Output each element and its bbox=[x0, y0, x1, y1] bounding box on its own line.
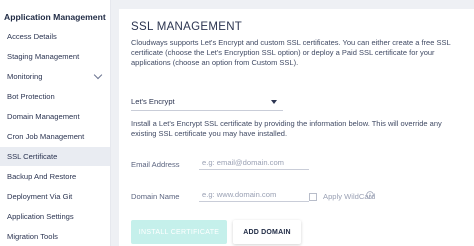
ssl-type-selected-value: Let's Encrypt bbox=[131, 97, 175, 106]
email-field[interactable] bbox=[199, 155, 309, 170]
instructions-text: Install a Let's Encrypt SSL certificate … bbox=[131, 119, 442, 139]
sidebar-item-ssl-certificate[interactable]: SSL Certificate bbox=[0, 147, 110, 166]
chevron-down-icon[interactable] bbox=[93, 70, 103, 80]
sidebar-item-migration-tools[interactable]: Migration Tools bbox=[0, 227, 110, 246]
sidebar-item-label: Domain Management bbox=[7, 112, 80, 121]
sidebar: Application Management Access Details St… bbox=[0, 0, 111, 246]
add-domain-button[interactable]: ADD DOMAIN bbox=[233, 220, 301, 244]
wildcard-checkbox[interactable] bbox=[309, 193, 317, 201]
domain-field[interactable] bbox=[199, 187, 309, 202]
sidebar-item-label: Application Settings bbox=[7, 212, 74, 221]
ssl-description: Cloudways supports Let's Encrypt and cus… bbox=[131, 38, 451, 68]
ssl-management-panel: SSL MANAGEMENT Cloudways supports Let's … bbox=[119, 9, 474, 246]
sidebar-item-backup-and-restore[interactable]: Backup And Restore bbox=[0, 167, 110, 186]
sidebar-item-domain-management[interactable]: Domain Management bbox=[0, 107, 110, 126]
sidebar-item-label: Migration Tools bbox=[7, 232, 58, 241]
email-label: Email Address bbox=[131, 160, 180, 169]
sidebar-item-monitoring[interactable]: Monitoring bbox=[0, 67, 110, 86]
sidebar-item-label: Staging Management bbox=[7, 52, 80, 61]
info-icon[interactable] bbox=[366, 191, 374, 199]
ssl-type-select[interactable]: Let's Encrypt bbox=[131, 93, 283, 111]
sidebar-item-access-details[interactable]: Access Details bbox=[0, 27, 110, 46]
sidebar-item-staging-management[interactable]: Staging Management bbox=[0, 47, 110, 66]
install-certificate-button[interactable]: INSTALL CERTIFICATE bbox=[131, 220, 227, 244]
sidebar-item-label: SSL Certificate bbox=[7, 152, 58, 161]
sidebar-title: Application Management bbox=[4, 12, 106, 22]
sidebar-item-cron-job-management[interactable]: Cron Job Management bbox=[0, 127, 110, 146]
sidebar-item-label: Cron Job Management bbox=[7, 132, 85, 141]
sidebar-item-label: Deployment Via Git bbox=[7, 192, 73, 201]
sidebar-item-label: Bot Protection bbox=[7, 92, 55, 101]
sidebar-item-bot-protection[interactable]: Bot Protection bbox=[0, 87, 110, 106]
page-title: SSL MANAGEMENT bbox=[131, 21, 243, 33]
sidebar-header: Application Management bbox=[0, 0, 110, 30]
sidebar-item-label: Access Details bbox=[7, 32, 57, 41]
domain-label: Domain Name bbox=[131, 192, 180, 201]
sidebar-item-label: Backup And Restore bbox=[7, 172, 77, 181]
sidebar-item-label: Monitoring bbox=[7, 72, 43, 81]
caret-down-icon bbox=[271, 100, 277, 104]
sidebar-item-deployment-via-git[interactable]: Deployment Via Git bbox=[0, 187, 110, 206]
sidebar-item-application-settings[interactable]: Application Settings bbox=[0, 207, 110, 226]
